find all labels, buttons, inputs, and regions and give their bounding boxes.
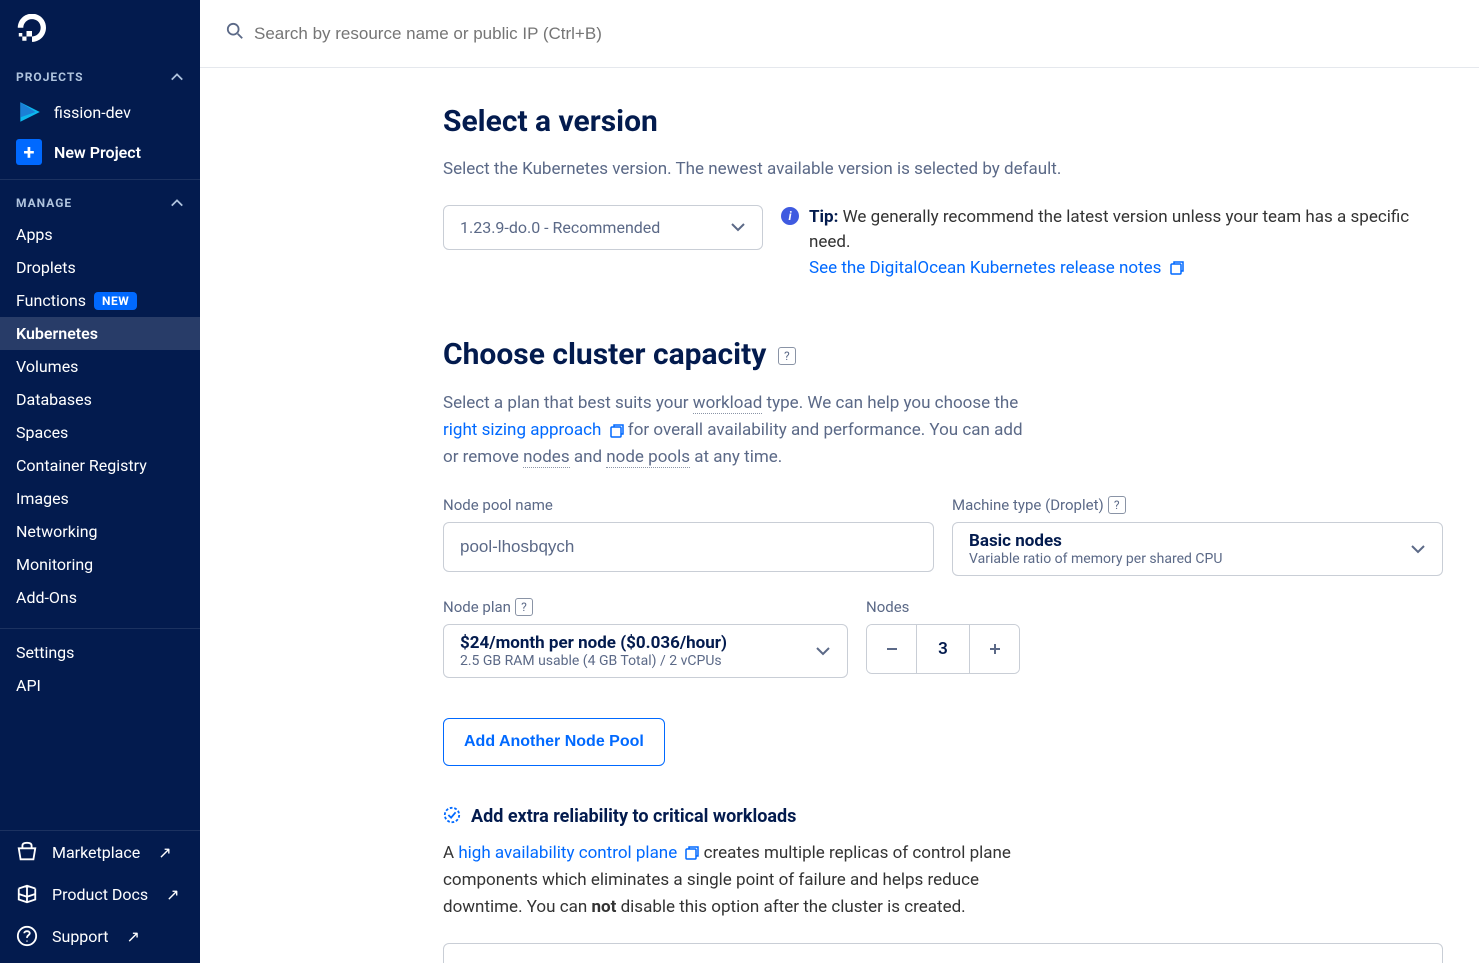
machine-type-select[interactable]: Basic nodes Variable ratio of memory per… (952, 522, 1443, 576)
form-row-1: Node pool name Machine type (Droplet) ? … (443, 496, 1443, 576)
chevron-down-icon (730, 219, 746, 235)
add-another-node-pool-button[interactable]: Add Another Node Pool (443, 718, 665, 766)
machine-type-field: Machine type (Droplet) ? Basic nodes Var… (952, 496, 1443, 576)
marketplace-icon (16, 841, 38, 863)
version-title: Select a version (443, 104, 1443, 139)
ha-desc: A high availability control plane create… (443, 840, 1023, 922)
support-icon (16, 925, 38, 947)
right-sizing-link[interactable]: right sizing approach (443, 420, 601, 440)
external-link-icon: ↗ (126, 927, 139, 946)
pool-name-label: Node pool name (443, 496, 934, 514)
search-icon (226, 22, 244, 45)
chevron-up-icon (170, 70, 184, 84)
sidebar-item-networking[interactable]: Networking (0, 515, 200, 548)
project-name: fission-dev (54, 103, 131, 122)
nodes-tooltip[interactable]: nodes (523, 447, 569, 468)
sidebar-item-monitoring[interactable]: Monitoring (0, 548, 200, 581)
node-plan-sub: 2.5 GB RAM usable (4 GB Total) / 2 vCPUs (460, 653, 727, 669)
search-input[interactable] (254, 24, 1453, 44)
tip-box: i Tip: We generally recommend the latest… (781, 205, 1443, 282)
machine-type-title: Basic nodes (969, 531, 1222, 551)
info-icon: i (781, 207, 799, 225)
version-select[interactable]: 1.23.9-do.0 - Recommended (443, 205, 763, 250)
topbar (200, 0, 1479, 68)
nodes-decrement[interactable] (867, 625, 917, 673)
external-icon (610, 424, 624, 438)
manage-header[interactable]: MANAGE (0, 180, 200, 218)
sidebar-item-support[interactable]: Support ↗ (0, 915, 200, 963)
nodes-label: Nodes (866, 598, 1020, 616)
external-icon (1170, 261, 1184, 275)
new-project[interactable]: + New Project (0, 132, 200, 179)
help-icon[interactable]: ? (778, 347, 796, 365)
external-link-icon: ↗ (166, 885, 179, 904)
project-icon (16, 99, 42, 125)
sidebar-item-spaces[interactable]: Spaces (0, 416, 200, 449)
content: Select a version Select the Kubernetes v… (443, 68, 1443, 963)
node-plan-label: Node plan ? (443, 598, 848, 616)
external-link-icon: ↗ (158, 843, 171, 862)
sidebar-footer: Marketplace ↗ Product Docs ↗ Support ↗ (0, 830, 200, 963)
reliability-icon (443, 806, 461, 828)
digitalocean-logo-icon[interactable] (16, 14, 48, 46)
sidebar-item-marketplace[interactable]: Marketplace ↗ (0, 831, 200, 873)
main-content: Select a version Select the Kubernetes v… (200, 0, 1479, 963)
node-plan-select[interactable]: $24/month per node ($0.036/hour) 2.5 GB … (443, 624, 848, 678)
sidebar: PROJECTS fission-dev + New Project MANAG… (0, 0, 200, 963)
node-plan-title: $24/month per node ($0.036/hour) (460, 633, 727, 653)
chevron-up-icon (170, 196, 184, 210)
ha-header: Add extra reliability to critical worklo… (443, 806, 1443, 828)
machine-type-label: Machine type (Droplet) ? (952, 496, 1443, 514)
sidebar-item-addons[interactable]: Add-Ons (0, 581, 200, 614)
nodes-field: Nodes 3 (866, 598, 1020, 678)
logo-row (0, 0, 200, 54)
sidebar-item-volumes[interactable]: Volumes (0, 350, 200, 383)
node-plan-field: Node plan ? $24/month per node ($0.036/h… (443, 598, 848, 678)
pool-name-input[interactable] (443, 522, 934, 572)
projects-header[interactable]: PROJECTS (0, 54, 200, 92)
machine-type-sub: Variable ratio of memory per shared CPU (969, 551, 1222, 567)
sidebar-item-settings[interactable]: Settings (0, 629, 200, 669)
docs-icon (16, 883, 38, 905)
workload-tooltip[interactable]: workload (693, 393, 763, 414)
sidebar-item-databases[interactable]: Databases (0, 383, 200, 416)
help-icon[interactable]: ? (1108, 496, 1126, 514)
pool-name-field: Node pool name (443, 496, 934, 576)
sidebar-item-product-docs[interactable]: Product Docs ↗ (0, 873, 200, 915)
sidebar-item-api[interactable]: API (0, 669, 200, 702)
sidebar-item-kubernetes[interactable]: Kubernetes (0, 317, 200, 350)
sidebar-item-droplets[interactable]: Droplets (0, 251, 200, 284)
new-badge: NEW (94, 292, 137, 310)
form-row-2: Node plan ? $24/month per node ($0.036/h… (443, 598, 1443, 678)
sidebar-item-container-registry[interactable]: Container Registry (0, 449, 200, 482)
version-desc: Select the Kubernetes version. The newes… (443, 157, 1443, 183)
sidebar-item-apps[interactable]: Apps (0, 218, 200, 251)
tip-text: Tip: We generally recommend the latest v… (809, 205, 1443, 282)
node-pools-tooltip[interactable]: node pools (606, 447, 690, 468)
version-selected: 1.23.9-do.0 - Recommended (460, 218, 660, 237)
external-icon (685, 846, 699, 860)
nodes-value: 3 (917, 625, 969, 673)
chevron-down-icon (815, 643, 831, 659)
search-wrap[interactable] (226, 22, 1453, 45)
release-notes-link[interactable]: See the DigitalOcean Kubernetes release … (809, 258, 1161, 278)
sidebar-item-images[interactable]: Images (0, 482, 200, 515)
project-item[interactable]: fission-dev (0, 92, 200, 132)
ha-control-plane-link[interactable]: high availability control plane (458, 843, 677, 863)
version-row: 1.23.9-do.0 - Recommended i Tip: We gene… (443, 205, 1443, 282)
ha-header-title: Add extra reliability to critical worklo… (471, 806, 796, 827)
plus-icon: + (16, 139, 42, 165)
ha-box: Create cluster on a high availability co… (443, 943, 1443, 963)
sidebar-item-functions[interactable]: Functions NEW (0, 284, 200, 317)
manage-label: MANAGE (16, 196, 72, 210)
help-icon[interactable]: ? (515, 598, 533, 616)
new-project-label: New Project (54, 143, 141, 162)
chevron-down-icon (1410, 541, 1426, 557)
nodes-stepper: 3 (866, 624, 1020, 674)
capacity-title: Choose cluster capacity ? (443, 337, 1443, 372)
capacity-desc: Select a plan that best suits your workl… (443, 390, 1023, 472)
projects-label: PROJECTS (16, 70, 84, 84)
nodes-increment[interactable] (969, 625, 1019, 673)
